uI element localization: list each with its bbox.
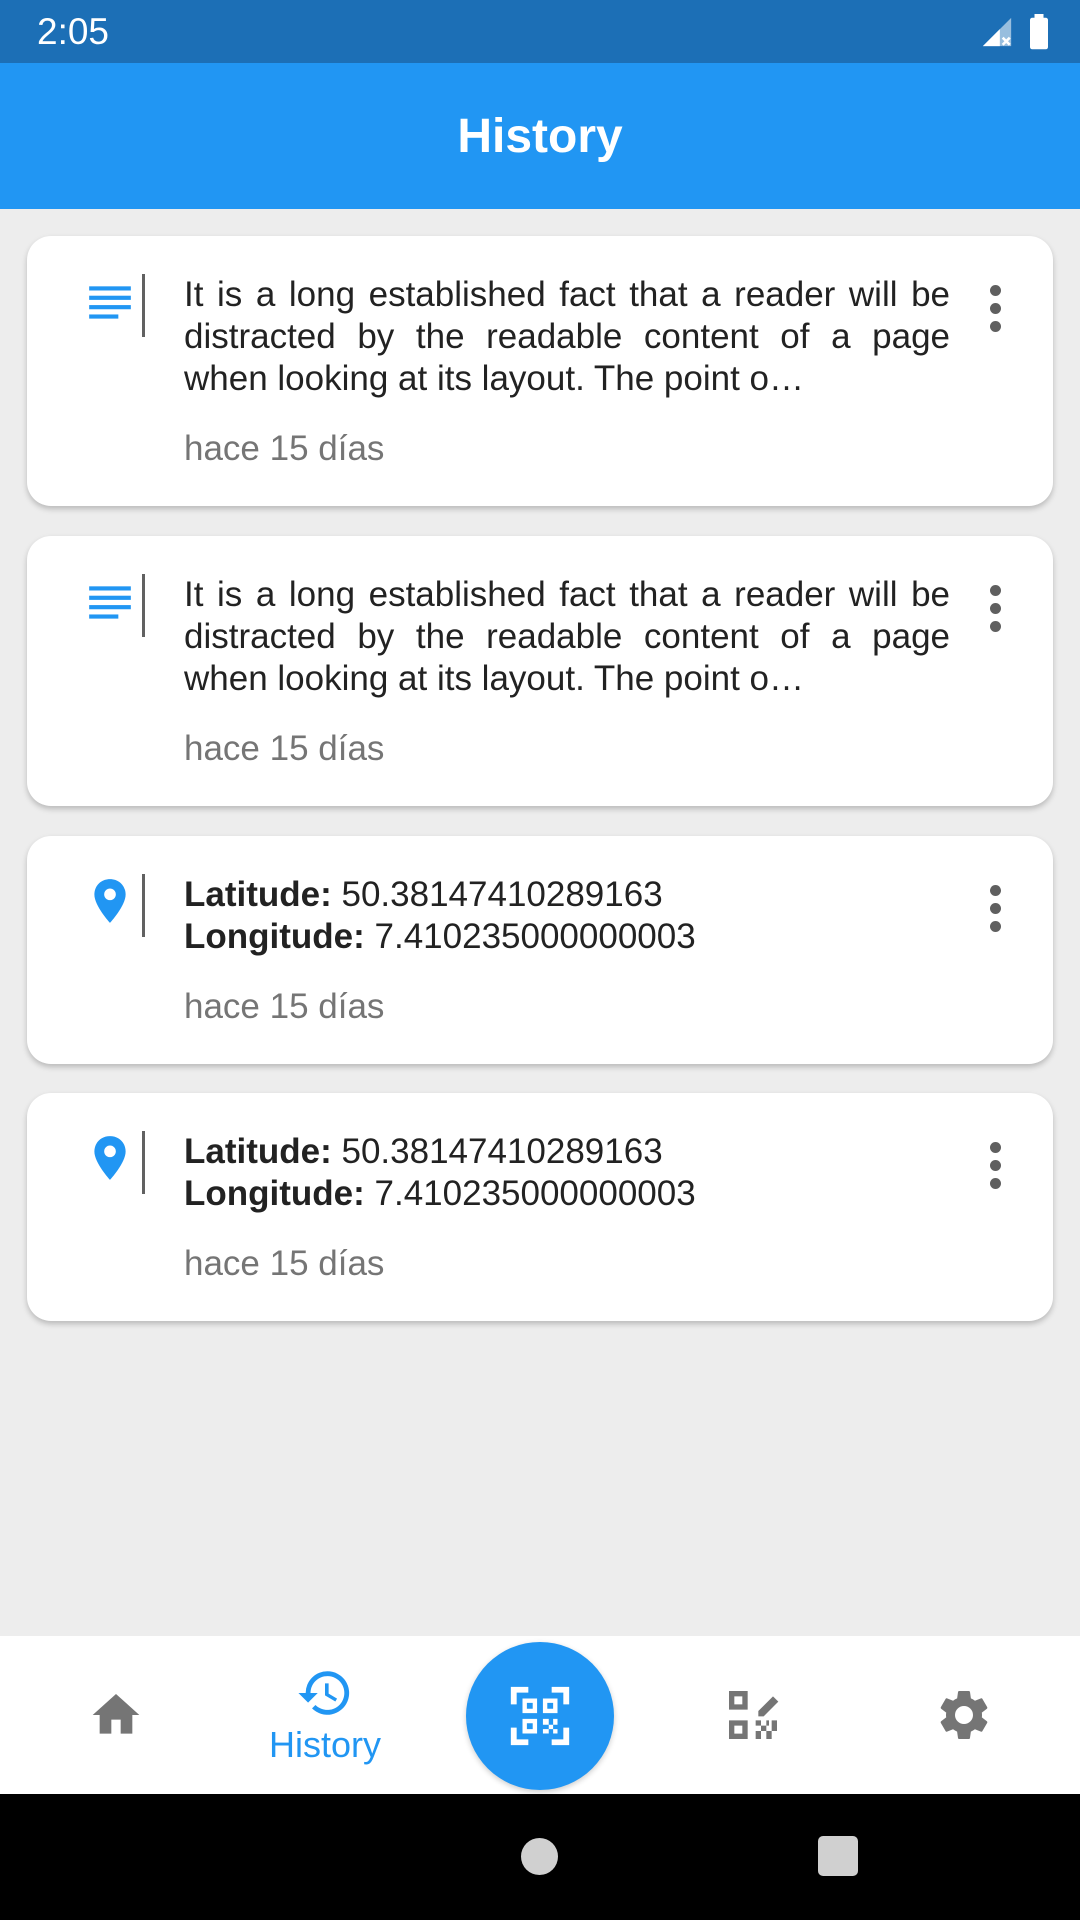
longitude-label: Longitude: xyxy=(184,1174,365,1213)
dot xyxy=(989,884,1001,896)
card-divider xyxy=(142,1131,145,1194)
dot xyxy=(989,1141,1001,1153)
page-title: History xyxy=(457,109,623,163)
text-lines-icon xyxy=(89,586,131,619)
scan-qr-button[interactable] xyxy=(466,1642,614,1790)
history-icon xyxy=(298,1671,350,1715)
qr-scan-icon xyxy=(510,1686,570,1746)
more-options-button[interactable] xyxy=(975,878,1015,938)
text-lines-icon xyxy=(89,286,131,319)
signal-off-icon xyxy=(982,17,1012,46)
history-text: It is a long established fact that a rea… xyxy=(184,274,950,400)
more-options-button[interactable] xyxy=(975,578,1015,638)
latitude-label: Latitude: xyxy=(184,875,332,914)
settings-gear-icon xyxy=(940,1690,988,1739)
longitude-value: 7.410235000000003 xyxy=(374,917,696,956)
location-coordinates: Latitude: 50.38147410289163 Longitude: 7… xyxy=(184,874,950,958)
card-divider xyxy=(142,574,145,637)
latitude-row: Latitude: 50.38147410289163 xyxy=(184,1131,950,1173)
system-home-button[interactable] xyxy=(521,1838,558,1875)
history-time: hace 15 días xyxy=(184,429,385,468)
longitude-label: Longitude: xyxy=(184,917,365,956)
nav-settings[interactable] xyxy=(908,1636,1020,1794)
history-card-location[interactable]: Latitude: 50.38147410289163 Longitude: 7… xyxy=(27,1093,1053,1321)
nav-home[interactable] xyxy=(60,1636,172,1794)
dot xyxy=(989,584,1001,596)
latitude-row: Latitude: 50.38147410289163 xyxy=(184,874,950,916)
nav-history[interactable]: History xyxy=(240,1636,410,1794)
location-coordinates: Latitude: 50.38147410289163 Longitude: 7… xyxy=(184,1131,950,1215)
longitude-row: Longitude: 7.410235000000003 xyxy=(184,916,950,958)
latitude-value: 50.38147410289163 xyxy=(341,875,663,914)
dot xyxy=(989,920,1001,932)
history-text-content: It is a long established fact that a rea… xyxy=(184,275,950,398)
card-divider xyxy=(142,874,145,937)
location-pin-icon xyxy=(94,879,126,923)
longitude-value: 7.410235000000003 xyxy=(374,1174,696,1213)
location-pin-icon xyxy=(94,1136,126,1180)
history-time: hace 15 días xyxy=(184,1244,385,1283)
dot xyxy=(989,320,1001,332)
dot xyxy=(989,902,1001,914)
more-options-button[interactable] xyxy=(975,1135,1015,1195)
history-text: It is a long established fact that a rea… xyxy=(184,574,950,700)
status-bar: 2:05 xyxy=(0,0,1080,63)
history-time: hace 15 días xyxy=(184,729,385,768)
status-icons xyxy=(980,13,1050,50)
history-text-content: It is a long established fact that a rea… xyxy=(184,575,950,698)
history-card-text[interactable]: It is a long established fact that a rea… xyxy=(27,236,1053,506)
dot xyxy=(989,284,1001,296)
dot xyxy=(989,302,1001,314)
latitude-label: Latitude: xyxy=(184,1132,332,1171)
dot xyxy=(989,1177,1001,1189)
history-card-text[interactable]: It is a long established fact that a rea… xyxy=(27,536,1053,806)
nav-history-label: History xyxy=(268,1724,381,1765)
dot xyxy=(989,602,1001,614)
dot xyxy=(989,1159,1001,1171)
battery-full-icon xyxy=(1030,13,1048,49)
card-divider xyxy=(142,274,145,337)
nav-qr-generate[interactable] xyxy=(695,1636,811,1794)
home-icon xyxy=(92,1694,140,1734)
system-recents-button[interactable] xyxy=(818,1836,858,1876)
latitude-value: 50.38147410289163 xyxy=(341,1132,663,1171)
history-card-location[interactable]: Latitude: 50.38147410289163 Longitude: 7… xyxy=(27,836,1053,1064)
history-time: hace 15 días xyxy=(184,987,385,1026)
app-bar: History xyxy=(0,63,1080,209)
dot xyxy=(989,620,1001,632)
status-time: 2:05 xyxy=(37,10,110,52)
longitude-row: Longitude: 7.410235000000003 xyxy=(184,1173,950,1215)
more-options-button[interactable] xyxy=(975,278,1015,338)
qr-edit-icon xyxy=(729,1691,779,1739)
